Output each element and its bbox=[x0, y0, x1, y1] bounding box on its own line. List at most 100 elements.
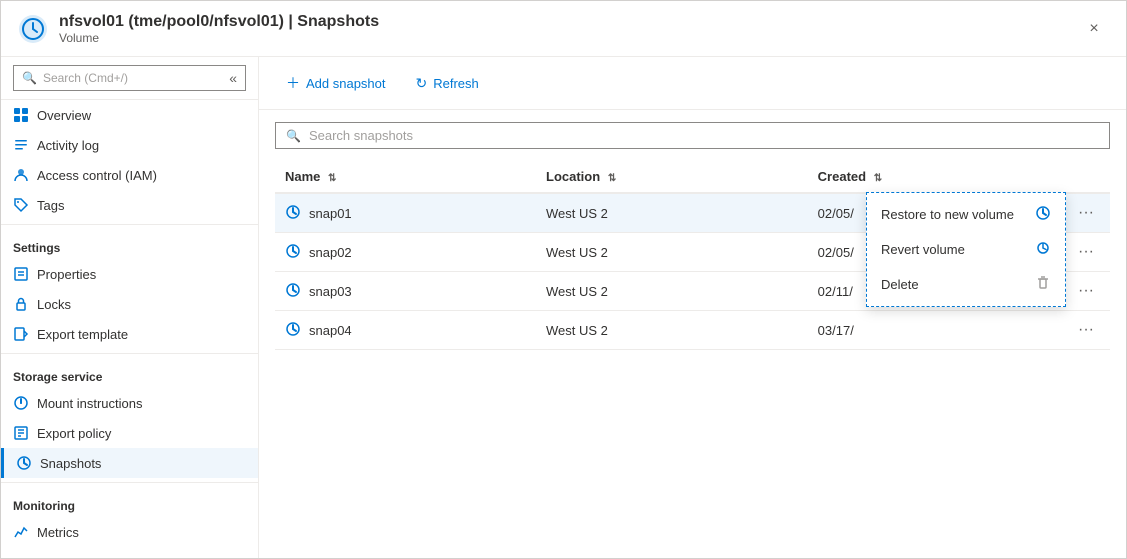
col-actions bbox=[1062, 161, 1110, 193]
page-title: nfsvol01 (tme/pool0/nfsvol01) | Snapshot… bbox=[59, 13, 379, 31]
col-created: Created ⇅ bbox=[808, 161, 1062, 193]
export-policy-icon bbox=[13, 425, 29, 441]
collapse-icon[interactable]: « bbox=[229, 70, 237, 86]
settings-divider bbox=[1, 224, 258, 225]
add-snapshot-label: Add snapshot bbox=[306, 76, 386, 91]
delete-icon bbox=[1035, 275, 1051, 294]
sort-created-icon[interactable]: ⇅ bbox=[874, 173, 882, 184]
iam-icon bbox=[13, 167, 29, 183]
row-more-button[interactable]: ··· bbox=[1072, 241, 1100, 263]
row-more-button[interactable]: ··· bbox=[1072, 202, 1100, 224]
title-bar: nfsvol01 (tme/pool0/nfsvol01) | Snapshot… bbox=[1, 1, 1126, 57]
monitoring-section-label: Monitoring bbox=[1, 487, 258, 517]
sidebar-item-snapshots[interactable]: Snapshots bbox=[1, 448, 258, 478]
restore-icon bbox=[1035, 205, 1051, 224]
overview-icon bbox=[13, 107, 29, 123]
refresh-label: Refresh bbox=[433, 76, 479, 91]
main-layout: 🔍 « Overview Activity log bbox=[1, 57, 1126, 558]
add-icon: ＋ bbox=[286, 73, 300, 93]
cell-actions: ··· bbox=[1062, 233, 1110, 272]
col-location: Location ⇅ bbox=[536, 161, 808, 193]
table-area: 🔍 Name ⇅ Location ⇅ bbox=[259, 110, 1126, 558]
refresh-button[interactable]: ↻ Refresh bbox=[405, 69, 490, 98]
sidebar-item-label: Export template bbox=[37, 327, 128, 342]
cell-location: West US 2 bbox=[536, 272, 808, 311]
sidebar-item-export-policy[interactable]: Export policy bbox=[1, 418, 258, 448]
locks-icon bbox=[13, 296, 29, 312]
sidebar-search-box: 🔍 « bbox=[13, 65, 246, 91]
revert-icon bbox=[1035, 240, 1051, 259]
snapshot-row-icon bbox=[285, 204, 301, 223]
sidebar-item-label: Properties bbox=[37, 267, 96, 282]
page-subtitle: Volume bbox=[59, 31, 379, 45]
sort-location-icon[interactable]: ⇅ bbox=[608, 173, 616, 184]
monitoring-divider bbox=[1, 482, 258, 483]
settings-section-label: Settings bbox=[1, 229, 258, 259]
cell-location: West US 2 bbox=[536, 311, 808, 350]
restore-label: Restore to new volume bbox=[881, 207, 1014, 222]
sidebar-item-label: Tags bbox=[37, 198, 64, 213]
properties-icon bbox=[13, 266, 29, 282]
table-row[interactable]: snap04 West US 2 03/17/ ··· bbox=[275, 311, 1110, 350]
context-menu: Restore to new volume Revert volume Dele… bbox=[866, 192, 1066, 307]
sidebar-search-container: 🔍 « bbox=[1, 57, 258, 100]
snapshots-search-bar: 🔍 bbox=[275, 122, 1110, 149]
sidebar-item-properties[interactable]: Properties bbox=[1, 259, 258, 289]
sidebar-item-label: Snapshots bbox=[40, 456, 101, 471]
delete-label: Delete bbox=[881, 277, 919, 292]
metrics-icon bbox=[13, 524, 29, 540]
storage-section-label: Storage service bbox=[1, 358, 258, 388]
sidebar-item-label: Activity log bbox=[37, 138, 99, 153]
storage-divider bbox=[1, 353, 258, 354]
tags-icon bbox=[13, 197, 29, 213]
cell-actions: ··· bbox=[1062, 193, 1110, 233]
cell-actions: ··· bbox=[1062, 272, 1110, 311]
revert-label: Revert volume bbox=[881, 242, 965, 257]
context-menu-revert[interactable]: Revert volume bbox=[867, 232, 1065, 267]
close-button[interactable]: × bbox=[1078, 13, 1110, 45]
main-window: nfsvol01 (tme/pool0/nfsvol01) | Snapshot… bbox=[0, 0, 1127, 559]
context-menu-restore[interactable]: Restore to new volume bbox=[867, 197, 1065, 232]
search-icon: 🔍 bbox=[22, 71, 37, 85]
cell-name: snap02 bbox=[275, 233, 536, 272]
snapshot-row-icon bbox=[285, 321, 301, 340]
sidebar-item-tags[interactable]: Tags bbox=[1, 190, 258, 220]
row-more-button[interactable]: ··· bbox=[1072, 319, 1100, 341]
sidebar-item-label: Overview bbox=[37, 108, 91, 123]
sidebar-item-activity-log[interactable]: Activity log bbox=[1, 130, 258, 160]
toolbar: ＋ Add snapshot ↻ Refresh bbox=[259, 57, 1126, 110]
sidebar-search-input[interactable] bbox=[43, 71, 229, 85]
sidebar-item-label: Access control (IAM) bbox=[37, 168, 157, 183]
content-area: ＋ Add snapshot ↻ Refresh 🔍 bbox=[259, 57, 1126, 558]
refresh-icon: ↻ bbox=[416, 75, 428, 92]
sidebar-item-label: Locks bbox=[37, 297, 71, 312]
table-header-row: Name ⇅ Location ⇅ Created ⇅ bbox=[275, 161, 1110, 193]
sidebar-item-access-control[interactable]: Access control (IAM) bbox=[1, 160, 258, 190]
sort-name-icon[interactable]: ⇅ bbox=[328, 173, 336, 184]
add-snapshot-button[interactable]: ＋ Add snapshot bbox=[275, 67, 397, 99]
sidebar-item-export-template[interactable]: Export template bbox=[1, 319, 258, 349]
cell-location: West US 2 bbox=[536, 233, 808, 272]
activity-icon bbox=[13, 137, 29, 153]
snapshot-row-icon bbox=[285, 282, 301, 301]
snapshots-search-input[interactable] bbox=[309, 128, 1099, 143]
sidebar: 🔍 « Overview Activity log bbox=[1, 57, 259, 558]
sidebar-item-metrics[interactable]: Metrics bbox=[1, 517, 258, 547]
context-menu-delete[interactable]: Delete bbox=[867, 267, 1065, 302]
search-icon: 🔍 bbox=[286, 129, 301, 143]
cell-name: snap01 bbox=[275, 193, 536, 233]
sidebar-item-overview[interactable]: Overview bbox=[1, 100, 258, 130]
col-name: Name ⇅ bbox=[275, 161, 536, 193]
sidebar-item-label: Export policy bbox=[37, 426, 111, 441]
sidebar-item-locks[interactable]: Locks bbox=[1, 289, 258, 319]
export-template-icon bbox=[13, 326, 29, 342]
snapshot-row-icon bbox=[285, 243, 301, 262]
sidebar-item-mount-instructions[interactable]: Mount instructions bbox=[1, 388, 258, 418]
cell-location: West US 2 bbox=[536, 193, 808, 233]
cell-name: snap04 bbox=[275, 311, 536, 350]
cell-created: 03/17/ bbox=[808, 311, 1062, 350]
row-more-button[interactable]: ··· bbox=[1072, 280, 1100, 302]
title-text: nfsvol01 (tme/pool0/nfsvol01) | Snapshot… bbox=[59, 13, 379, 45]
sidebar-item-label: Metrics bbox=[37, 525, 79, 540]
cell-actions: ··· bbox=[1062, 311, 1110, 350]
